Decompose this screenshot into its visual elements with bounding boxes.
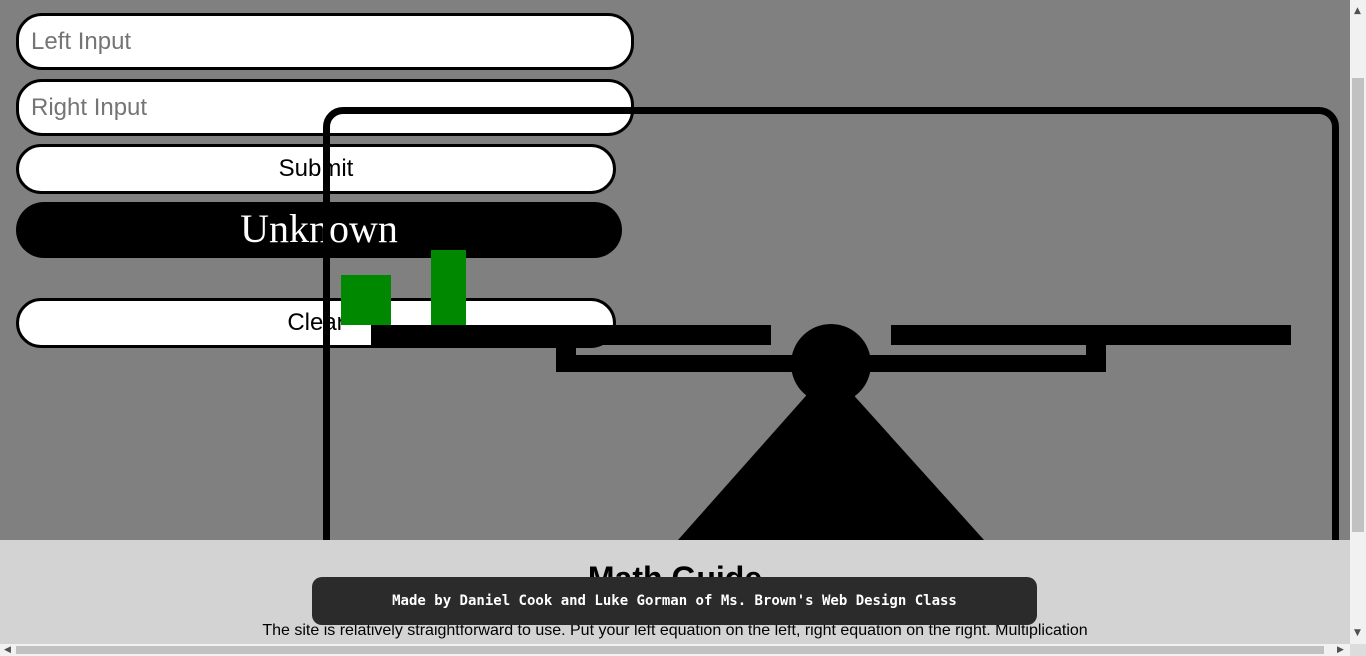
- horizontal-scroll-thumb[interactable]: [16, 646, 1324, 654]
- scroll-left-icon[interactable]: ◀: [4, 645, 11, 655]
- left-weight: [431, 250, 466, 325]
- balance-scale: [341, 250, 1291, 540]
- scroll-down-icon[interactable]: ▼: [1354, 628, 1361, 638]
- left-pan: [371, 325, 771, 345]
- vertical-scroll-thumb[interactable]: [1352, 78, 1364, 532]
- right-pan: [891, 325, 1291, 345]
- scroll-up-icon[interactable]: ▲: [1354, 6, 1361, 16]
- scale-pivot: [791, 324, 871, 404]
- credit-banner: Made by Daniel Cook and Luke Gorman of M…: [312, 577, 1037, 625]
- scroll-right-icon[interactable]: ▶: [1337, 645, 1344, 655]
- calculator-stage: Submit Unknown Clear: [0, 0, 1350, 540]
- scrollbar-corner: [1350, 644, 1366, 656]
- left-weight: [341, 275, 391, 325]
